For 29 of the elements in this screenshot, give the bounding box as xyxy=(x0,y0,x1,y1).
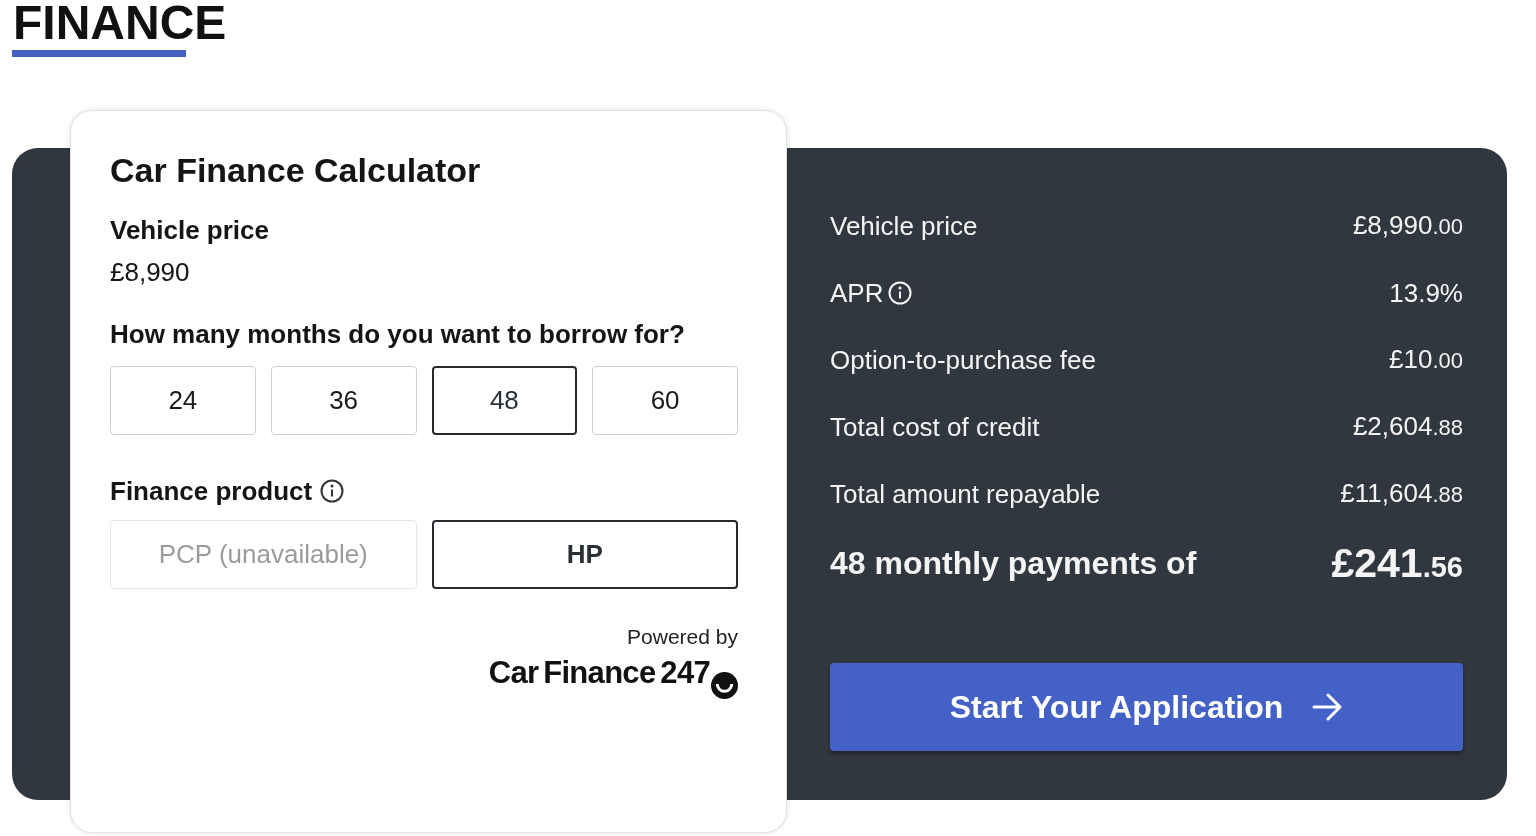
term-option[interactable]: 60 xyxy=(592,366,738,435)
powered-by-text: Powered by xyxy=(627,625,738,649)
card-title: Car Finance Calculator xyxy=(110,150,482,190)
start-application-button[interactable]: Start Your Application xyxy=(830,663,1463,751)
summary-value: £11,604.88 xyxy=(1340,477,1463,510)
summary-value: £8,990.00 xyxy=(1352,209,1463,242)
smile-icon xyxy=(711,672,738,699)
product-option[interactable]: HP xyxy=(431,520,738,589)
field-label: Vehicle price xyxy=(110,214,269,246)
term-option[interactable]: 24 xyxy=(110,366,256,435)
summary-label: Vehicle price xyxy=(830,210,978,242)
monthly-payment-label: 48 monthly payments of xyxy=(830,544,1197,583)
monthly-payment-amount: £241.56 xyxy=(1331,541,1463,588)
summary-label: Total cost of credit xyxy=(830,411,1040,443)
field-label: How many months do you want to borrow for? xyxy=(110,318,685,350)
provider-logo-text: Car Finance 247 xyxy=(488,655,710,691)
info-icon[interactable] xyxy=(320,479,345,503)
summary-value: £2,604.88 xyxy=(1352,410,1463,443)
summary-label: Total amount repayable xyxy=(830,478,1101,510)
price-value: £8,990 xyxy=(110,256,190,288)
field-label: Finance product xyxy=(110,475,313,507)
summary-label: Option-to-purchase fee xyxy=(830,344,1096,376)
page-title: FINANCE xyxy=(12,0,227,46)
term-option[interactable]: 48 xyxy=(431,366,578,435)
arrow-right-icon xyxy=(1311,691,1344,723)
summary-label: APR xyxy=(830,277,884,309)
summary-value: £10.00 xyxy=(1389,343,1463,376)
term-option[interactable]: 36 xyxy=(270,366,417,435)
summary-value: 13.9% xyxy=(1389,277,1463,309)
